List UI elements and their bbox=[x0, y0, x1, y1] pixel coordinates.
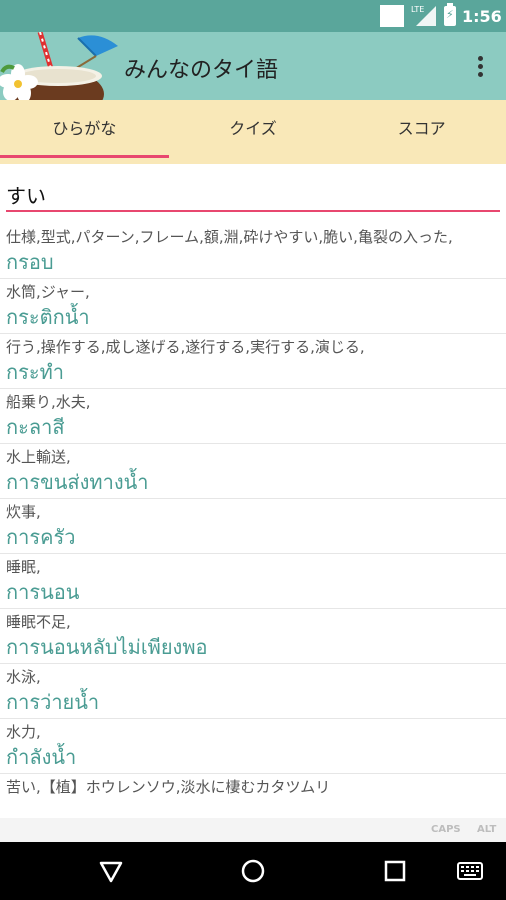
list-item[interactable]: 船乗り,水夫, กะลาสี bbox=[0, 388, 506, 443]
list-item[interactable]: 水力, กำลังน้ำ bbox=[0, 718, 506, 773]
notification-icon bbox=[380, 5, 404, 27]
thai-word: กะลาสี bbox=[6, 415, 65, 439]
list-item[interactable]: 苦い,【植】ホウレンソウ,淡水に棲むカタツムリ bbox=[0, 773, 506, 798]
thai-word: กระทำ bbox=[6, 360, 65, 384]
home-circle-icon[interactable] bbox=[238, 856, 268, 886]
app-title: みんなのタイ語 bbox=[124, 58, 279, 83]
thai-word: การว่ายน้ำ bbox=[6, 690, 100, 714]
keyboard-icon[interactable] bbox=[456, 856, 484, 886]
search-area bbox=[0, 164, 506, 220]
meaning-text: 仕様,型式,パターン,フレーム,額,淵,砕けやすい,脆い,亀裂の入った, bbox=[6, 228, 453, 246]
tab-hiragana[interactable]: ひらがな bbox=[0, 100, 169, 164]
recents-square-icon[interactable] bbox=[380, 856, 410, 886]
list-item[interactable]: 水上輸送, การขนส่งทางน้ำ bbox=[0, 443, 506, 498]
thai-word: การครัว bbox=[6, 525, 76, 549]
back-triangle-icon[interactable] bbox=[96, 856, 126, 886]
meaning-text: 船乗り,水夫, bbox=[0, 388, 506, 413]
list-item[interactable]: 行う,操作する,成し遂げる,遂行する,実行する,演じる, กระทำ bbox=[0, 333, 506, 388]
meaning-text: 苦い,【植】ホウレンソウ,淡水に棲むカタツムリ bbox=[0, 773, 506, 798]
app-bar: みんなのタイ語 bbox=[0, 32, 506, 100]
alt-indicator: ALT bbox=[477, 824, 497, 835]
battery-icon: ⚡ bbox=[444, 3, 456, 26]
thai-word: กรอบ bbox=[6, 250, 54, 274]
tab-score[interactable]: スコア bbox=[337, 100, 506, 164]
list-item[interactable]: 仕様,型式,パターン,フレーム,額,淵,砕けやすい,脆い,亀裂の入った, กรอ… bbox=[0, 222, 506, 278]
status-bar: LTE ⚡ 1:56 bbox=[0, 0, 506, 32]
list-item[interactable]: 水泳, การว่ายน้ำ bbox=[0, 663, 506, 718]
meaning-text: 行う,操作する,成し遂げる,遂行する,実行する,演じる, bbox=[0, 333, 506, 358]
meaning-text: 炊事, bbox=[0, 498, 506, 523]
list-item[interactable]: 水筒,ジャー, กระติกน้ำ bbox=[0, 278, 506, 333]
meaning-text: 睡眠不足, bbox=[0, 608, 506, 633]
meaning-text: 水上輸送, bbox=[0, 443, 506, 468]
list-item[interactable]: 睡眠不足, การนอนหลับไม่เพียงพอ bbox=[0, 608, 506, 663]
list-item[interactable]: 睡眠, การนอน bbox=[0, 553, 506, 608]
thai-word: การขนส่งทางน้ำ bbox=[6, 470, 149, 494]
meaning-text: 水泳, bbox=[0, 663, 506, 688]
thai-word: การนอนหลับไม่เพียงพอ bbox=[6, 635, 208, 659]
thai-word: การนอน bbox=[6, 580, 80, 604]
network-type: LTE bbox=[411, 5, 425, 14]
coconut-drink-icon bbox=[0, 32, 118, 100]
thai-word: กระติกน้ำ bbox=[6, 305, 90, 329]
thai-word: กำลังน้ำ bbox=[6, 745, 77, 769]
meaning-text: 水力, bbox=[0, 718, 506, 743]
tab-bar: ひらがな クイズ スコア bbox=[0, 100, 506, 164]
meaning-text: 水筒,ジャー, bbox=[0, 278, 506, 303]
keyboard-indicator-strip: CAPS ALT bbox=[0, 818, 506, 842]
status-time: 1:56 bbox=[462, 7, 502, 26]
meaning-text: 睡眠, bbox=[0, 553, 506, 578]
navigation-bar bbox=[0, 842, 506, 900]
search-input[interactable] bbox=[6, 178, 500, 212]
caps-indicator: CAPS bbox=[431, 824, 461, 835]
tab-quiz[interactable]: クイズ bbox=[169, 100, 338, 164]
overflow-menu-icon[interactable] bbox=[468, 50, 492, 82]
word-list: 仕様,型式,パターン,フレーム,額,淵,砕けやすい,脆い,亀裂の入った, กรอ… bbox=[0, 222, 506, 818]
list-item[interactable]: 炊事, การครัว bbox=[0, 498, 506, 553]
